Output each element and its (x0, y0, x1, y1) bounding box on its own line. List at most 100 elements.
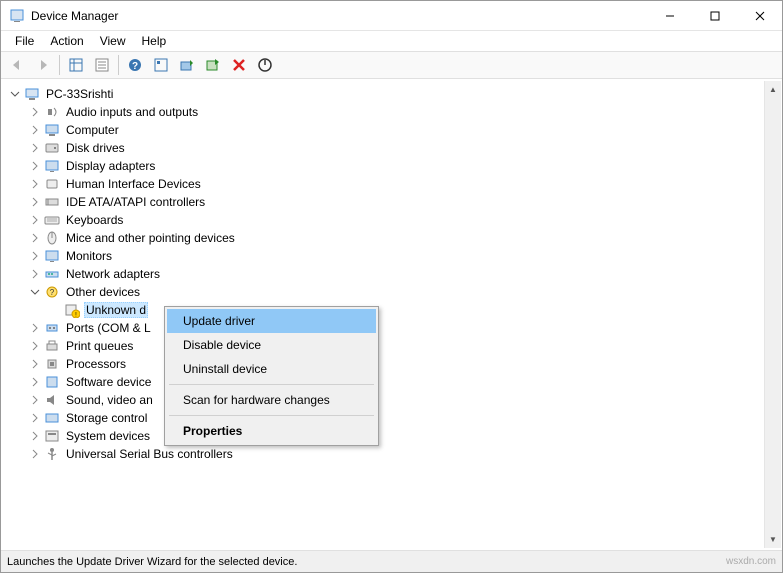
menu-file[interactable]: File (7, 32, 42, 50)
update-driver-button[interactable] (175, 53, 199, 77)
other-devices-icon: ? (44, 284, 60, 300)
category-label[interactable]: Storage control (64, 410, 149, 426)
category-label[interactable]: Network adapters (64, 266, 162, 282)
category-label[interactable]: Processors (64, 356, 128, 372)
expand-icon[interactable] (28, 375, 42, 389)
expand-icon[interactable] (28, 429, 42, 443)
monitor-icon (44, 248, 60, 264)
category-label[interactable]: Disk drives (64, 140, 127, 156)
computer-icon (24, 86, 40, 102)
close-button[interactable] (737, 1, 782, 30)
expand-icon[interactable] (28, 105, 42, 119)
category-label[interactable]: Ports (COM & L (64, 320, 153, 336)
device-tree[interactable]: PC-33Srishti Audio inputs and outputs Com… (2, 81, 781, 548)
device-label[interactable]: Unknown d (84, 302, 148, 318)
expand-icon[interactable] (28, 267, 42, 281)
category-label[interactable]: Monitors (64, 248, 114, 264)
tree-category[interactable]: Sound, video an (28, 391, 781, 409)
ide-icon (44, 194, 60, 210)
menu-update-driver[interactable]: Update driver (167, 309, 376, 333)
tree-category[interactable]: Display adapters (28, 157, 781, 175)
menu-view[interactable]: View (92, 32, 134, 50)
scroll-down-button[interactable]: ▼ (765, 531, 781, 548)
expand-icon[interactable] (28, 195, 42, 209)
tree-category[interactable]: System devices (28, 427, 781, 445)
back-button[interactable] (5, 53, 29, 77)
expand-icon[interactable] (28, 321, 42, 335)
tree-category[interactable]: Human Interface Devices (28, 175, 781, 193)
category-label[interactable]: Sound, video an (64, 392, 155, 408)
menu-separator (169, 415, 374, 416)
scroll-up-button[interactable]: ▲ (765, 81, 781, 98)
show-hide-tree-button[interactable] (64, 53, 88, 77)
tree-category[interactable]: Software device (28, 373, 781, 391)
tree-category[interactable]: Universal Serial Bus controllers (28, 445, 781, 463)
category-label[interactable]: Mice and other pointing devices (64, 230, 237, 246)
category-label[interactable]: Software device (64, 374, 153, 390)
category-label[interactable]: Display adapters (64, 158, 157, 174)
category-label[interactable]: Computer (64, 122, 121, 138)
tree-category[interactable]: Monitors (28, 247, 781, 265)
toolbar-sep (118, 55, 119, 75)
category-label[interactable]: Audio inputs and outputs (64, 104, 200, 120)
tree-category[interactable]: Network adapters (28, 265, 781, 283)
menu-help[interactable]: Help (134, 32, 175, 50)
category-label[interactable]: Print queues (64, 338, 135, 354)
category-label[interactable]: Universal Serial Bus controllers (64, 446, 235, 462)
tree-category[interactable]: Audio inputs and outputs (28, 103, 781, 121)
menu-action[interactable]: Action (42, 32, 91, 50)
uninstall-button[interactable] (227, 53, 251, 77)
expand-icon[interactable] (28, 177, 42, 191)
tree-category[interactable]: Print queues (28, 337, 781, 355)
tree-category[interactable]: IDE ATA/ATAPI controllers (28, 193, 781, 211)
expand-icon[interactable] (28, 249, 42, 263)
tree-category[interactable]: Disk drives (28, 139, 781, 157)
tree-category[interactable]: Mice and other pointing devices (28, 229, 781, 247)
tree-category[interactable]: Ports (COM & L (28, 319, 781, 337)
tree-device-unknown[interactable]: !Unknown d (48, 301, 781, 319)
expand-icon[interactable] (28, 231, 42, 245)
disk-icon (44, 140, 60, 156)
tree-category[interactable]: Keyboards (28, 211, 781, 229)
menu-properties[interactable]: Properties (167, 419, 376, 443)
root-label[interactable]: PC-33Srishti (44, 86, 115, 102)
properties-button[interactable] (90, 53, 114, 77)
tree-category[interactable]: Computer (28, 121, 781, 139)
forward-button[interactable] (31, 53, 55, 77)
maximize-button[interactable] (692, 1, 737, 30)
scan-hardware-button[interactable] (201, 53, 225, 77)
collapse-icon[interactable] (28, 285, 42, 299)
menu-uninstall-device[interactable]: Uninstall device (167, 357, 376, 381)
menu-disable-device[interactable]: Disable device (167, 333, 376, 357)
expand-icon[interactable] (28, 447, 42, 461)
no-expander (48, 303, 62, 317)
collapse-icon[interactable] (8, 87, 22, 101)
tree-category[interactable]: Storage control (28, 409, 781, 427)
menu-scan-hardware[interactable]: Scan for hardware changes (167, 388, 376, 412)
tree-root-node[interactable]: PC-33Srishti (8, 85, 781, 103)
help-button[interactable]: ? (123, 53, 147, 77)
expand-icon[interactable] (28, 357, 42, 371)
keyboard-icon (44, 212, 60, 228)
category-label[interactable]: Other devices (64, 284, 142, 300)
toolbar-button[interactable] (149, 53, 173, 77)
minimize-button[interactable] (647, 1, 692, 30)
expand-icon[interactable] (28, 213, 42, 227)
category-label[interactable]: IDE ATA/ATAPI controllers (64, 194, 207, 210)
print-icon (44, 338, 60, 354)
category-label[interactable]: Human Interface Devices (64, 176, 203, 192)
expand-icon[interactable] (28, 141, 42, 155)
expand-icon[interactable] (28, 159, 42, 173)
tree-category-other-devices[interactable]: ?Other devices (28, 283, 781, 301)
category-label[interactable]: System devices (64, 428, 152, 444)
mouse-icon (44, 230, 60, 246)
vertical-scrollbar[interactable]: ▲ ▼ (764, 81, 781, 548)
expand-icon[interactable] (28, 393, 42, 407)
expand-icon[interactable] (28, 411, 42, 425)
menubar: File Action View Help (1, 31, 782, 51)
disable-button[interactable] (253, 53, 277, 77)
expand-icon[interactable] (28, 339, 42, 353)
tree-category[interactable]: Processors (28, 355, 781, 373)
category-label[interactable]: Keyboards (64, 212, 125, 228)
expand-icon[interactable] (28, 123, 42, 137)
